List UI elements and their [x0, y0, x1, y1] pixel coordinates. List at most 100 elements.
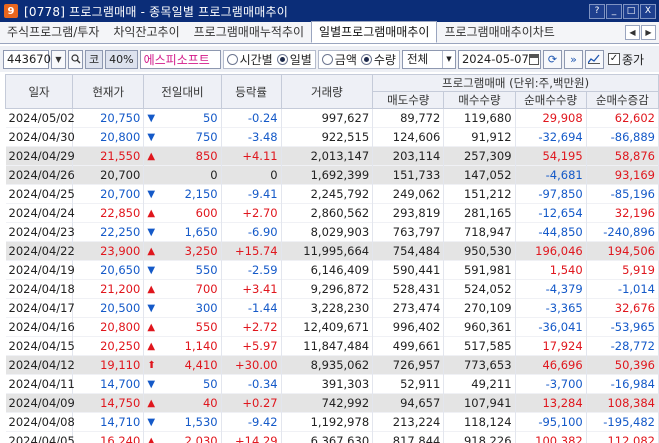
header-date[interactable]: 일자 — [4, 74, 74, 109]
up-arrow-icon: ▲ — [147, 340, 156, 352]
table-row[interactable]: 2024/04/30 20,800 ▼ 750 -3.48 922,515 124,606 9… — [5, 127, 659, 147]
cell-diff-value: 2,150 — [184, 187, 218, 201]
close-button[interactable]: X — [640, 3, 656, 19]
cell-volume: 3,228,230 — [281, 298, 374, 318]
date-input[interactable]: 2024-05-07 — [457, 49, 541, 69]
table-row[interactable]: 2024/04/23 22,250 ▼ 1,650 -6.90 8,029,903 763,… — [5, 222, 659, 242]
cell-volume: 391,303 — [281, 374, 374, 394]
cell-sell-qty: 151,733 — [372, 165, 445, 185]
table-row[interactable]: 2024/04/16 20,800 ▲ 550 +2.72 12,409,671 996,4… — [5, 317, 659, 337]
cell-sell-qty: 293,819 — [372, 203, 445, 223]
cell-buy-qty: 591,981 — [443, 260, 516, 280]
table-row[interactable]: 2024/04/05 16,240 ▲ 2,030 +14.29 6,367,630 817… — [5, 431, 659, 443]
header-price[interactable]: 현재가 — [72, 74, 145, 109]
header-rate[interactable]: 등락률 — [220, 74, 282, 109]
table-row[interactable]: 2024/04/24 22,850 ▲ 600 +2.70 2,860,562 293,81… — [5, 203, 659, 223]
cell-diff: ⬆ 4,410 — [143, 355, 222, 375]
header-sell-qty[interactable]: 매도수량 — [372, 91, 445, 109]
code-dropdown-icon[interactable]: ▼ — [51, 49, 66, 69]
down-arrow-icon: ▼ — [147, 378, 156, 390]
table-row[interactable]: 2024/04/22 23,900 ▲ 3,250 +15.74 11,995,664 75… — [5, 241, 659, 261]
cell-net-change: 5,919 — [586, 260, 659, 280]
table-row[interactable]: 2024/04/15 20,250 ▲ 1,140 +5.97 11,847,484 499… — [5, 336, 659, 356]
up-arrow-icon: ▲ — [147, 283, 156, 295]
table-row[interactable]: 2024/04/11 14,700 ▼ 50 -0.34 391,303 52,911 49,… — [5, 374, 659, 394]
cell-net-change: -16,984 — [586, 374, 659, 394]
tab-stock-program[interactable]: 주식프로그램/투자 — [0, 22, 106, 43]
cell-net-change: 50,396 — [586, 355, 659, 375]
cell-rate: -2.59 — [221, 260, 282, 280]
close-price-checkbox[interactable]: ✓ 종가 — [607, 51, 644, 68]
market-tag: 코 — [85, 49, 104, 69]
cell-rate: -9.41 — [221, 184, 282, 204]
refresh-icon[interactable]: ⟳ — [542, 49, 562, 69]
tab-scroll-left-icon[interactable]: ◀ — [625, 25, 640, 40]
tab-arbitrage-balance[interactable]: 차익잔고추이 — [106, 22, 186, 43]
cell-volume: 2,245,792 — [281, 184, 374, 204]
tab-scroll-right-icon[interactable]: ▶ — [641, 25, 656, 40]
cell-net-buy: 13,284 — [515, 393, 587, 413]
table-row[interactable]: 2024/04/18 21,200 ▲ 700 +3.41 9,296,872 528,43… — [5, 279, 659, 299]
table-row[interactable]: 2024/04/09 14,750 ▲ 40 +0.27 742,992 94,657 107… — [5, 393, 659, 413]
table-row[interactable]: 2024/04/25 20,700 ▼ 2,150 -9.41 2,245,792 249,… — [5, 184, 659, 204]
cell-buy-qty: 49,211 — [443, 374, 516, 394]
cell-diff-value: 300 — [195, 301, 218, 315]
cell-sell-qty: 94,657 — [372, 393, 445, 413]
title-bar: 9 [0778] 프로그램매매 - 종목일별 프로그램매매추이 ? _ □ X — [0, 0, 659, 22]
cell-net-buy: 196,046 — [515, 241, 587, 261]
cell-price: 14,710 — [72, 412, 145, 432]
header-buy-qty[interactable]: 매수수량 — [443, 91, 516, 109]
stock-code-input[interactable]: 443670 — [3, 49, 51, 69]
cell-sell-qty: 726,957 — [372, 355, 445, 375]
cell-price: 19,110 — [72, 355, 145, 375]
header-volume[interactable]: 거래량 — [280, 74, 374, 109]
check-icon: ✓ — [607, 53, 620, 65]
cell-net-change: -86,889 — [586, 127, 659, 147]
header-net-change[interactable]: 순매수증감 — [585, 91, 659, 109]
radio-daily[interactable]: 일별 — [276, 51, 312, 68]
table-row[interactable]: 2024/04/17 20,500 ▼ 300 -1.44 3,228,230 273,47… — [5, 298, 659, 318]
down-arrow-icon: ▼ — [147, 302, 156, 314]
cell-rate: +2.72 — [221, 317, 282, 337]
radio-hourly[interactable]: 시간별 — [226, 51, 273, 68]
maximize-button[interactable]: □ — [623, 3, 639, 19]
cell-diff-value: 0 — [210, 168, 218, 182]
cell-diff-value: 50 — [202, 377, 218, 391]
radio-quantity[interactable]: 수량 — [360, 51, 396, 68]
table-row[interactable]: 2024/04/26 20,700 0 0 1,692,399 151,733 147,05… — [5, 165, 659, 185]
cell-volume: 11,847,484 — [281, 336, 374, 356]
tab-daily-program[interactable]: 일별프로그램매매추이 — [311, 21, 438, 43]
cell-sell-qty: 273,474 — [372, 298, 445, 318]
radio-amount[interactable]: 금액 — [321, 51, 357, 68]
cell-date: 2024/04/18 — [5, 279, 75, 299]
cell-buy-qty: 257,309 — [443, 146, 516, 166]
search-icon[interactable] — [68, 49, 83, 69]
filter-select[interactable]: 전체 ▼ — [401, 49, 456, 69]
chart-icon[interactable] — [584, 49, 604, 69]
table-row[interactable]: 2024/04/08 14,710 ▼ 1,530 -9.42 1,192,978 213,… — [5, 412, 659, 432]
cell-net-change: -240,896 — [586, 222, 659, 242]
table-row[interactable]: 2024/04/19 20,650 ▼ 550 -2.59 6,146,409 590,44… — [5, 260, 659, 280]
cell-date: 2024/04/29 — [5, 146, 75, 166]
cell-diff-value: 750 — [195, 130, 218, 144]
ratio-tag: 40% — [105, 49, 138, 69]
help-button[interactable]: ? — [589, 3, 605, 19]
cell-date: 2024/04/09 — [5, 393, 75, 413]
cell-buy-qty: 270,109 — [443, 298, 516, 318]
next-icon[interactable]: » — [563, 49, 583, 69]
table-row[interactable]: 2024/04/12 19,110 ⬆ 4,410 +30.00 8,935,062 726… — [5, 355, 659, 375]
header-diff[interactable]: 전일대비 — [143, 74, 222, 109]
minimize-button[interactable]: _ — [606, 3, 622, 19]
radio-hourly-dot — [226, 53, 238, 65]
cell-volume: 2,860,562 — [281, 203, 374, 223]
cell-date: 2024/05/02 — [5, 108, 75, 128]
calendar-icon[interactable] — [528, 53, 539, 65]
table-row[interactable]: 2024/04/29 21,550 ▲ 850 +4.11 2,013,147 203,11… — [5, 146, 659, 166]
cell-diff: ▲ 550 — [143, 317, 222, 337]
cell-rate: -0.34 — [221, 374, 282, 394]
tab-program-chart[interactable]: 프로그램매매추이차트 — [437, 22, 561, 43]
table-row[interactable]: 2024/05/02 20,750 ▼ 50 -0.24 997,627 89,772 119… — [5, 108, 659, 128]
tab-program-cumulative[interactable]: 프로그램매매누적추이 — [187, 22, 311, 43]
header-net-buy[interactable]: 순매수수량 — [514, 91, 587, 109]
radio-daily-dot — [276, 53, 288, 65]
